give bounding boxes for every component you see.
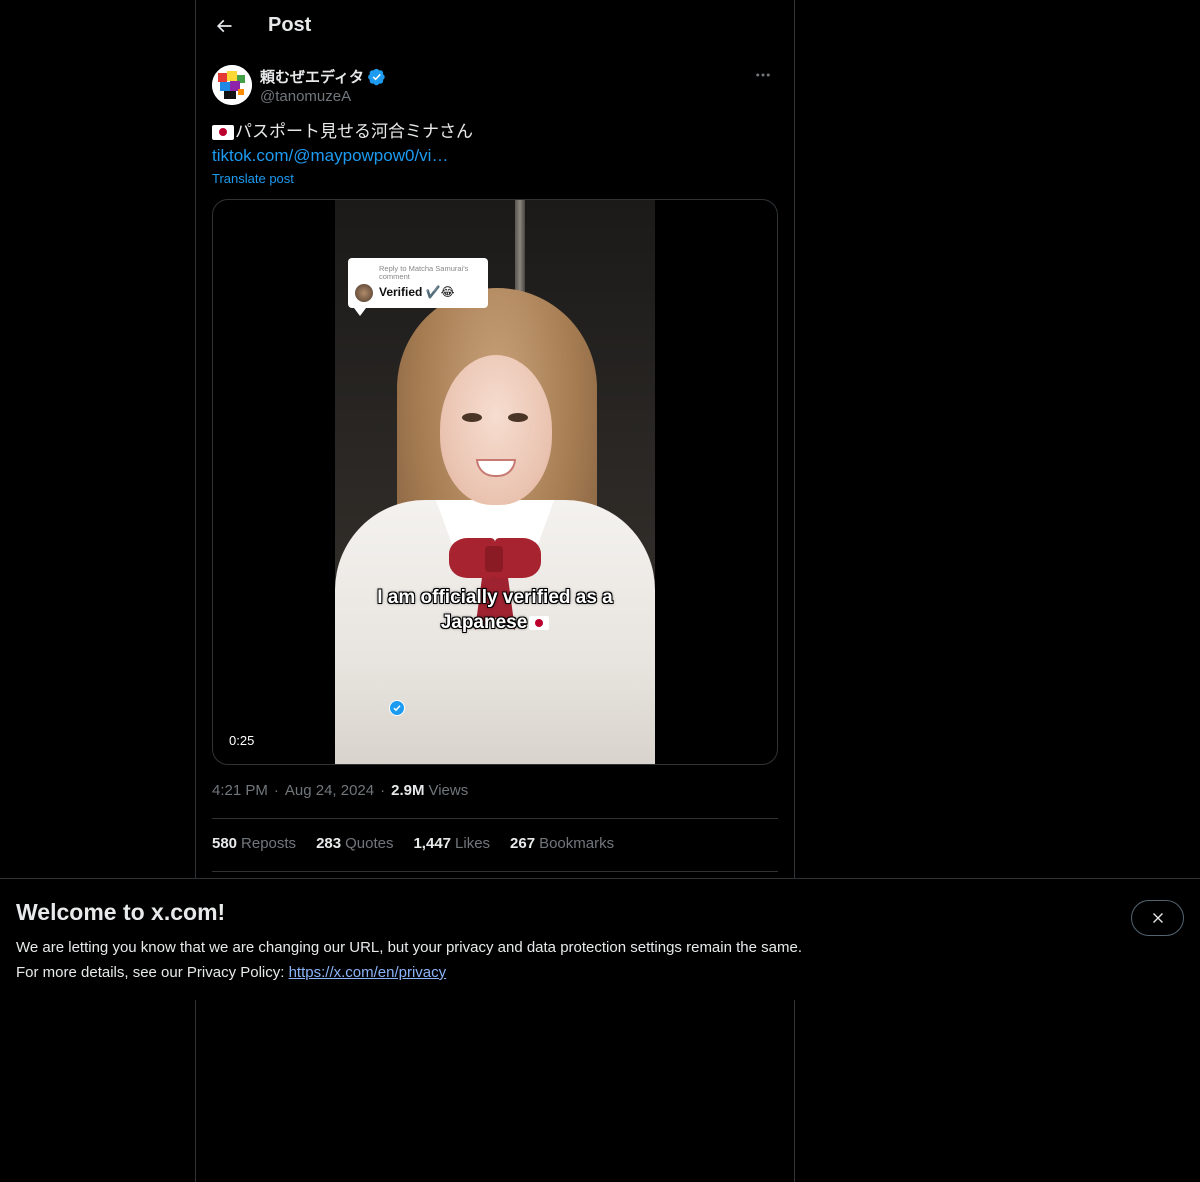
verified-badge-icon[interactable] <box>368 68 386 86</box>
page-title: Post <box>268 14 312 36</box>
verified-badge-icon <box>389 700 405 716</box>
japan-flag-icon <box>212 124 234 140</box>
views-count: 2.9M <box>391 782 425 799</box>
views-label: Views <box>428 782 469 799</box>
translate-post-button[interactable]: Translate post <box>212 171 294 186</box>
commenter-avatar <box>355 284 373 302</box>
close-icon <box>1152 913 1163 923</box>
banner-title: Welcome to x.com! <box>16 899 226 925</box>
stat-likes[interactable]: 1,447 Likes <box>413 835 490 852</box>
stat-quotes[interactable]: 283 Quotes <box>316 835 393 852</box>
post-time[interactable]: 4:21 PM <box>212 782 268 799</box>
divider <box>212 871 778 872</box>
post-text: パスポート見せる河合ミナさん tiktok.com/@maypowpow0/vi… <box>212 120 780 168</box>
post-date[interactable]: Aug 24, 2024 <box>285 782 374 799</box>
post-metadata: 4:21 PM · Aug 24, 2024 · 2.9M Views <box>212 782 469 799</box>
back-button[interactable] <box>207 9 241 43</box>
video-player[interactable]: Reply to Matcha Samurai's comment Verifi… <box>212 199 778 765</box>
avatar-image <box>212 65 252 105</box>
welcome-banner: Welcome to x.com! We are letting you kno… <box>0 878 1200 1000</box>
video-caption: I am officially verified as a Japanese <box>377 587 613 633</box>
stat-reposts[interactable]: 580 Reposts <box>212 835 296 852</box>
post-stats: 580 Reposts 283 Quotes 1,447 Likes 267 Bookm… <box>212 835 634 852</box>
video-duration: 0:25 <box>225 731 259 750</box>
banner-line-2: For more details, see our Privacy Policy… <box>16 964 447 981</box>
close-banner-button[interactable] <box>1131 900 1184 936</box>
post-text-content: パスポート見せる河合ミナさん <box>235 122 473 141</box>
more-dots-icon <box>756 73 770 77</box>
author-name-row: 頼むぜエディタ <box>260 66 386 87</box>
divider <box>212 818 778 819</box>
main-column: Post 頼むぜエディタ @tanomuzeA パスポート見せる河合ミナさん t… <box>195 0 795 1182</box>
banner-body: We are letting you know that we are chan… <box>16 935 802 985</box>
reply-comment-bubble: Reply to Matcha Samurai's comment Verifi… <box>348 258 488 316</box>
video-frame: Reply to Matcha Samurai's comment Verifi… <box>335 200 655 764</box>
more-options-button[interactable] <box>746 64 780 86</box>
avatar[interactable] <box>212 65 252 105</box>
top-bar: Post <box>196 0 794 54</box>
privacy-policy-link[interactable]: https://x.com/en/privacy <box>289 964 447 981</box>
video-subject-face <box>440 355 552 505</box>
comment-text: Verified ✔️😂 <box>379 285 455 299</box>
arrow-left-icon <box>216 19 232 33</box>
author-display-name[interactable]: 頼むぜエディタ <box>260 66 364 87</box>
stat-bookmarks[interactable]: 267 Bookmarks <box>510 835 614 852</box>
banner-line-1: We are letting you know that we are chan… <box>16 939 802 956</box>
comment-reply-label: Reply to Matcha Samurai's comment <box>379 264 469 281</box>
post-text-line: パスポート見せる河合ミナさん <box>212 120 780 144</box>
japan-flag-icon <box>529 615 550 630</box>
author-handle[interactable]: @tanomuzeA <box>260 88 351 105</box>
post-author: 頼むぜエディタ @tanomuzeA <box>212 64 780 108</box>
post-link[interactable]: tiktok.com/@maypowpow0/vi… <box>212 144 448 168</box>
